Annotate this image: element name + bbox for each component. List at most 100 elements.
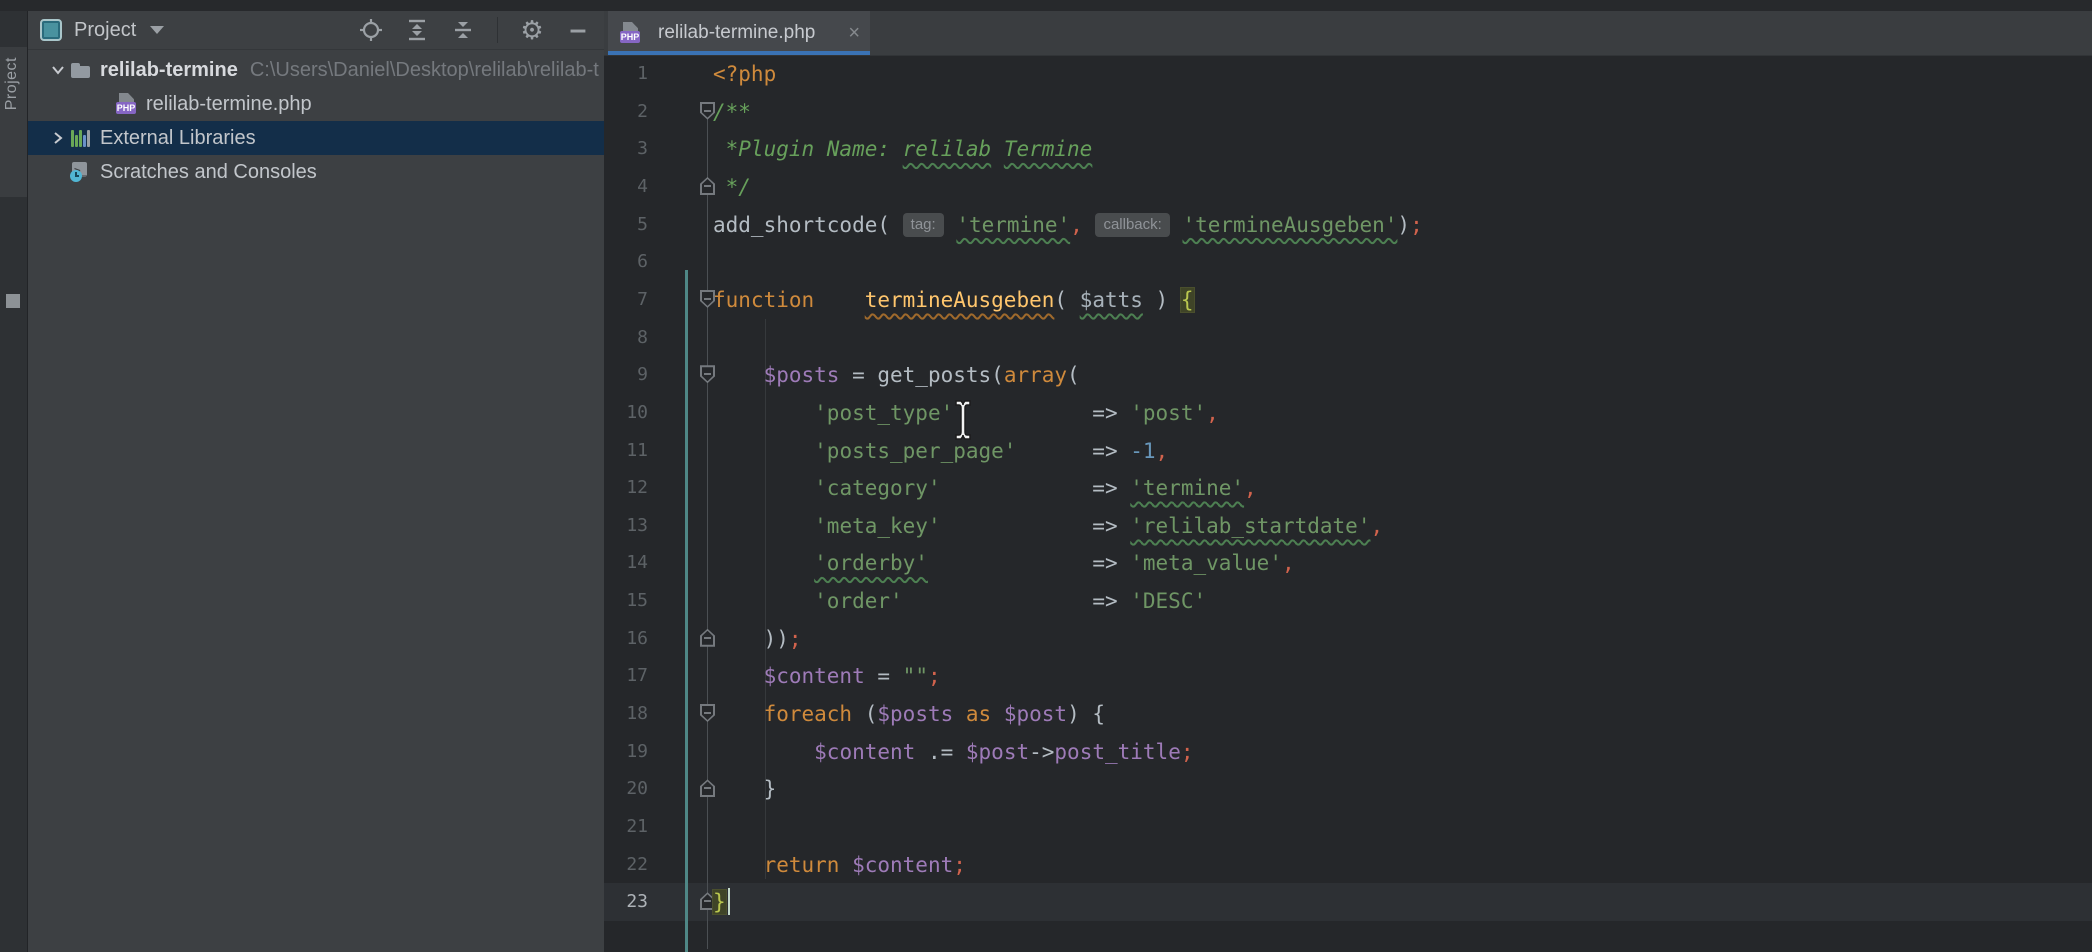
line-number: 14 <box>604 544 648 582</box>
code-text: <?php <box>713 55 776 93</box>
tree-item-php-file[interactable]: PHP relilab-termine.php <box>28 87 604 121</box>
line-number: 20 <box>604 770 648 808</box>
code-line-4[interactable]: 4 */ <box>604 168 2092 206</box>
code-line-3[interactable]: 3 *Plugin Name: relilab Termine <box>604 130 2092 168</box>
parameter-hint: callback: <box>1095 213 1169 237</box>
editor-tab-bar: PHP relilab-termine.php × <box>604 11 2092 56</box>
code-text: } <box>713 770 776 808</box>
code-text: return $content; <box>713 846 966 884</box>
code-line-19[interactable]: 19 $content .= $post->post_title; <box>604 733 2092 771</box>
parameter-hint: tag: <box>903 213 944 237</box>
code-line-21[interactable]: 21 <box>604 808 2092 846</box>
tree-item-root-folder[interactable]: relilab-termineC:\Users\Daniel\Desktop\r… <box>28 53 604 87</box>
code-line-2[interactable]: 2/** <box>604 93 2092 131</box>
tab-relilab-termine-php[interactable]: PHP relilab-termine.php × <box>608 11 870 55</box>
tree-item-label: relilab-termine.php <box>146 93 312 116</box>
code-line-11[interactable]: 11 'posts_per_page' => -1, <box>604 432 2092 470</box>
code-line-10[interactable]: 10 'post_type' => 'post', <box>604 394 2092 432</box>
code-text: 'posts_per_page' => -1, <box>713 432 1168 470</box>
code-text: *Plugin Name: relilab Termine <box>713 130 1092 168</box>
code-line-17[interactable]: 17 $content = ""; <box>604 657 2092 695</box>
project-panel-title[interactable]: Project <box>74 19 136 42</box>
collapse-all-icon[interactable] <box>451 18 475 42</box>
line-number: 23 <box>604 883 648 921</box>
code-line-7[interactable]: 7function termineAusgeben( $atts ) { <box>604 281 2092 319</box>
code-line-14[interactable]: 14 'orderby' => 'meta_value', <box>604 544 2092 582</box>
tree-item-label: External Libraries <box>100 127 256 150</box>
php-icon: PHP <box>116 93 138 115</box>
code-text: $content .= $post->post_title; <box>713 733 1194 771</box>
line-number: 19 <box>604 733 648 771</box>
code-text: )); <box>713 620 802 658</box>
code-line-20[interactable]: 20 } <box>604 770 2092 808</box>
code-text: 'meta_key' => 'relilab_startdate', <box>713 507 1383 545</box>
line-number: 11 <box>604 432 648 470</box>
code-text: 'orderby' => 'meta_value', <box>713 544 1295 582</box>
code-text: foreach ($posts as $post) { <box>713 695 1105 733</box>
code-line-22[interactable]: 22 return $content; <box>604 846 2092 884</box>
code-line-9[interactable]: 9 $posts = get_posts(array( <box>604 356 2092 394</box>
expand-all-icon[interactable] <box>405 18 429 42</box>
project-panel: Project ⚙– relilab-termineC:\Users\Danie… <box>28 11 604 952</box>
close-icon[interactable]: × <box>848 23 860 43</box>
activity-bar: Project <box>0 11 28 952</box>
code-text: $content = ""; <box>713 657 941 695</box>
text-caret <box>728 888 730 915</box>
line-number: 6 <box>604 243 648 281</box>
code-text: */ <box>713 168 751 206</box>
line-number: 18 <box>604 695 648 733</box>
editor-area: PHP relilab-termine.php × 1 <?php2/**3 *P… <box>604 11 2092 952</box>
code-line-18[interactable]: 18 foreach ($posts as $post) { <box>604 695 2092 733</box>
line-number: 15 <box>604 582 648 620</box>
tree-item-label: relilab-termine <box>100 59 238 82</box>
line-number: 17 <box>604 657 648 695</box>
line-number: 8 <box>604 319 648 357</box>
code-line-16[interactable]: 16 )); <box>604 620 2092 658</box>
code-line-15[interactable]: 15 'order' => 'DESC' <box>604 582 2092 620</box>
code-line-1[interactable]: 1 <?php <box>604 55 2092 93</box>
code-text: add_shortcode( tag: 'termine', callback:… <box>713 206 1423 244</box>
window-top-strip <box>0 0 2092 11</box>
line-number: 1 <box>604 55 648 93</box>
code-text: 'category' => 'termine', <box>713 469 1257 507</box>
line-number: 16 <box>604 620 648 658</box>
chevron-down-icon[interactable] <box>150 26 164 34</box>
tree-item-label: Scratches and Consoles <box>100 161 317 184</box>
php-file-icon: PHP <box>620 22 642 44</box>
tab-label: relilab-termine.php <box>658 22 815 44</box>
chevron-down-icon[interactable] <box>50 62 66 78</box>
line-number: 22 <box>604 846 648 884</box>
code-line-12[interactable]: 12 'category' => 'termine', <box>604 469 2092 507</box>
line-number: 3 <box>604 130 648 168</box>
scratch-icon: >_ <box>70 161 92 183</box>
chevron-none-icon <box>50 164 66 180</box>
chevron-none-icon <box>96 96 112 112</box>
code-text: } <box>713 883 730 921</box>
line-number: 9 <box>604 356 648 394</box>
folder-icon <box>70 59 92 81</box>
project-toolwindow-button[interactable]: Project <box>0 47 27 197</box>
toolwindow-stripe-icon[interactable] <box>6 294 20 308</box>
library-icon <box>70 127 92 149</box>
code-line-5[interactable]: 5 add_shortcode( tag: 'termine', callback… <box>604 206 2092 244</box>
code-line-6[interactable]: 6 <box>604 243 2092 281</box>
code-line-13[interactable]: 13 'meta_key' => 'relilab_startdate', <box>604 507 2092 545</box>
code-line-8[interactable]: 8 <box>604 319 2092 357</box>
tree-item-scratches[interactable]: >_ Scratches and Consoles <box>28 155 604 189</box>
line-number: 2 <box>604 93 648 131</box>
hide-icon[interactable]: – <box>566 18 590 42</box>
code-text: 'order' => 'DESC' <box>713 582 1206 620</box>
locate-icon[interactable] <box>359 18 383 42</box>
line-number: 4 <box>604 168 648 206</box>
mouse-ibeam-cursor <box>950 398 976 442</box>
line-number: 5 <box>604 206 648 244</box>
project-toolwindow-icon <box>40 19 62 41</box>
toolbar-divider <box>497 17 498 43</box>
line-number: 12 <box>604 469 648 507</box>
code-line-23[interactable]: 23} <box>604 883 2092 921</box>
tree-item-external-libraries[interactable]: External Libraries <box>28 121 604 155</box>
chevron-right-icon[interactable] <box>50 130 66 146</box>
code-editor[interactable]: 1 <?php2/**3 *Plugin Name: relilab Termin… <box>604 55 2092 952</box>
project-toolwindow-label: Project <box>3 57 21 110</box>
settings-icon[interactable]: ⚙ <box>520 18 544 42</box>
